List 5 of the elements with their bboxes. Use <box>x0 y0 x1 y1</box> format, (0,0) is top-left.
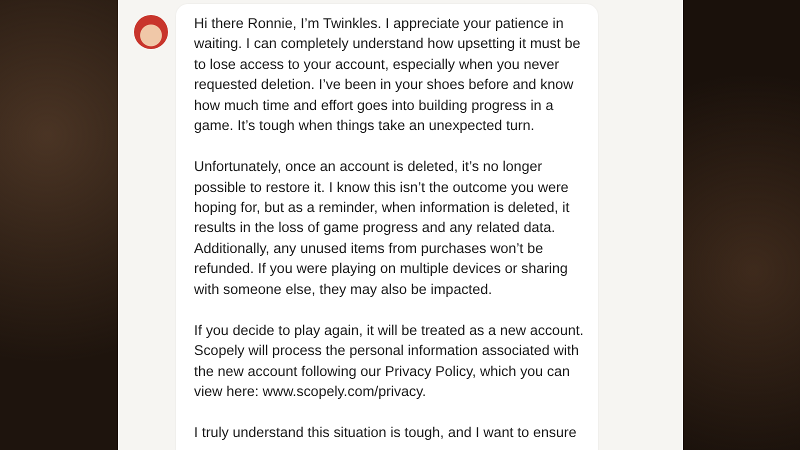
avatar-icon <box>134 15 168 49</box>
message-paragraph: Unfortunately, once an account is deleted, it’s no longer possible to restore it. I know this isn’t the outcome you were hoping for, but as a reminder, when information is deleted, it results in the loss of game progress and any related data. Additionally, any unused items from purchases won’t be refunded. If you were playing on multiple devices or sharing with someone else, they may also be impacted. <box>194 158 570 300</box>
message-paragraph: Hi there Ronnie, I’m Twinkles. I appreciate your patience in waiting. I can completely understand how upsetting it must be to lose access to your account, especially when you never requested deletion. I’ve been in your shoes before and know how much time and effort goes into building progress in a game. It’s tough when things take an unexpected turn. <box>194 15 582 136</box>
message-paragraph: If you decide to play again, it will be treated as a new account. Scopely will process the personal information associated with the new account following our Privacy Policy, which you can view here: www.scopely.com/privacy. <box>194 322 585 402</box>
message-paragraph: I truly understand this situation is tough, and I want to ensure <box>194 424 578 444</box>
